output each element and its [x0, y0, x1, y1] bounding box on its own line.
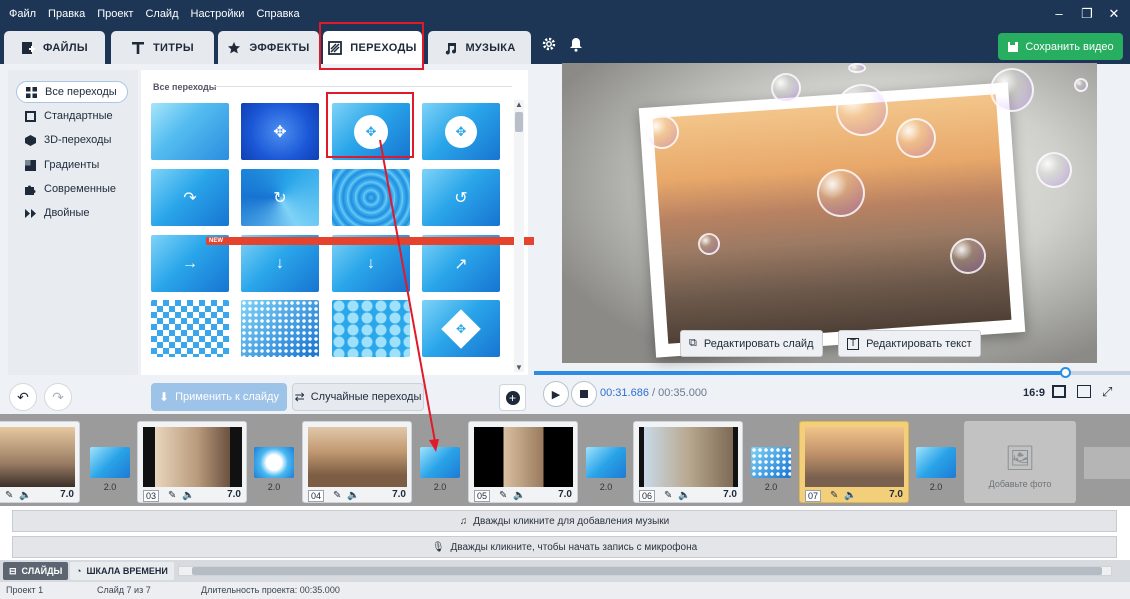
- annotation-arrow: [379, 139, 439, 452]
